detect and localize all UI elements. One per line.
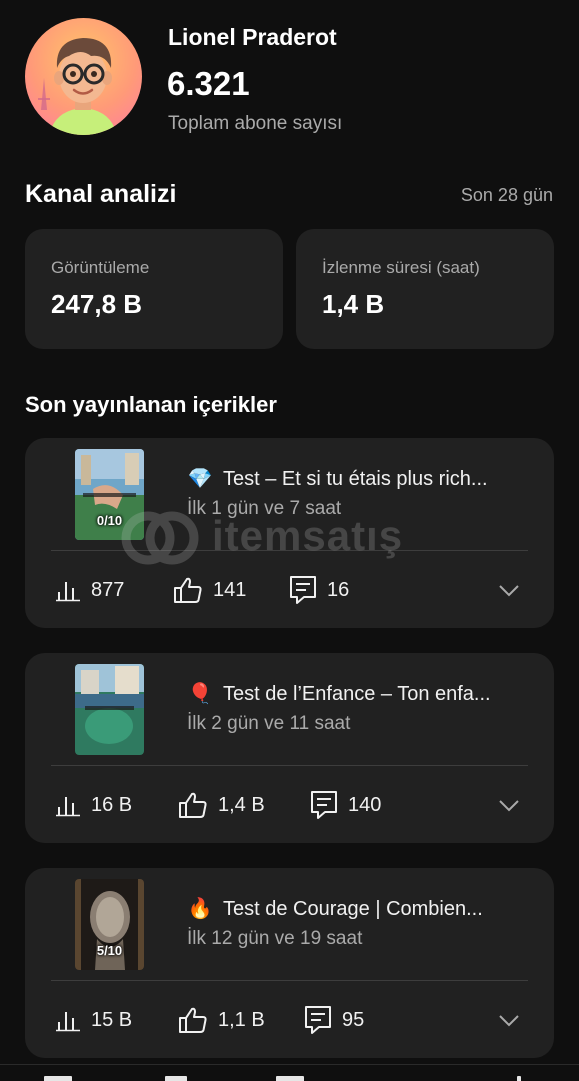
comments-stat: 95 — [304, 1005, 364, 1035]
video-age: İlk 2 gün ve 11 saat — [187, 713, 351, 734]
video-title-text: Test de l’Enfance – Ton enfa... — [223, 683, 491, 705]
views-count: 15 B — [91, 1008, 133, 1031]
diamond-icon: 💎 — [187, 468, 213, 490]
video-title[interactable]: 🎈 Test de l’Enfance – Ton enfa... — [187, 681, 522, 706]
video-title-text: Test – Et si tu étais plus rich... — [223, 468, 488, 490]
comments-stat: 140 — [310, 790, 381, 820]
thumbs-up-icon — [179, 1007, 207, 1033]
bar-chart-icon — [56, 1012, 80, 1032]
views-stat: 15 B — [55, 1005, 132, 1035]
channel-header: Lionel Praderot 6.321 Toplam abone sayıs… — [25, 18, 555, 138]
nav-more-icon[interactable] — [517, 1076, 521, 1081]
thumbs-up-icon — [179, 792, 207, 818]
chevron-down-icon[interactable] — [498, 580, 520, 600]
likes-stat: 141 — [173, 575, 246, 605]
video-thumbnail[interactable]: 0/10 — [75, 449, 144, 540]
chevron-down-icon[interactable] — [498, 795, 520, 815]
bar-chart-icon — [56, 582, 80, 602]
divider — [51, 980, 528, 981]
video-age: İlk 12 gün ve 19 saat — [187, 928, 363, 949]
analytics-period[interactable]: Son 28 gün — [461, 185, 553, 206]
metric-label: Görüntüleme — [51, 258, 150, 277]
comment-icon — [311, 791, 337, 819]
divider — [51, 765, 528, 766]
video-card[interactable]: 5/10 🔥 Test de Courage | Combien... İlk 1… — [25, 868, 554, 1058]
subscriber-count: 6.321 — [167, 65, 250, 102]
channel-name: Lionel Praderot — [168, 24, 337, 50]
thumbnail-score: 0/10 — [96, 513, 123, 528]
bar-chart-icon — [56, 797, 80, 817]
avatar[interactable] — [25, 18, 142, 135]
analytics-title: Kanal analizi — [25, 180, 177, 208]
comments-count: 16 — [327, 578, 350, 601]
comment-icon — [305, 1006, 331, 1034]
video-title-text: Test de Courage | Combien... — [223, 898, 483, 920]
metric-value: 247,8 B — [51, 289, 143, 319]
recent-contents-title: Son yayınlanan içerikler — [25, 392, 277, 417]
video-thumbnail[interactable]: 5/10 — [75, 879, 144, 970]
video-title[interactable]: 🔥 Test de Courage | Combien... — [187, 896, 522, 921]
bottom-navigation — [0, 1064, 579, 1081]
comments-count: 140 — [348, 793, 382, 816]
video-card[interactable]: 🎈 Test de l’Enfance – Ton enfa... İlk 2 g… — [25, 653, 554, 843]
views-stat: 16 B — [55, 790, 132, 820]
metric-value: 1,4 B — [322, 289, 385, 319]
video-card[interactable]: 0/10 💎 Test – Et si tu étais plus rich...… — [25, 438, 554, 628]
likes-stat: 1,4 B — [178, 790, 265, 820]
thumbnail-image — [75, 664, 144, 755]
comments-stat: 16 — [289, 575, 349, 605]
divider — [51, 550, 528, 551]
metric-card-views[interactable]: Görüntüleme 247,8 B — [25, 229, 283, 349]
metric-label: İzlenme süresi (saat) — [322, 258, 480, 277]
subscriber-label: Toplam abone sayısı — [168, 113, 343, 134]
nav-content-icon[interactable] — [165, 1076, 187, 1081]
comment-icon — [290, 576, 316, 604]
chevron-down-icon[interactable] — [498, 1010, 520, 1030]
video-thumbnail[interactable] — [75, 664, 144, 755]
comments-count: 95 — [342, 1008, 365, 1031]
likes-count: 141 — [213, 578, 247, 601]
likes-count: 1,1 B — [218, 1008, 265, 1031]
channel-dashboard: Lionel Praderot 6.321 Toplam abone sayıs… — [0, 0, 579, 1081]
nav-analytics-icon[interactable] — [276, 1076, 304, 1081]
video-age: İlk 1 gün ve 7 saat — [187, 498, 342, 519]
balloon-icon: 🎈 — [187, 683, 213, 705]
thumbs-up-icon — [174, 577, 202, 603]
views-count: 877 — [91, 578, 125, 601]
views-stat: 877 — [55, 575, 124, 605]
fire-icon: 🔥 — [187, 898, 213, 920]
likes-stat: 1,1 B — [178, 1005, 265, 1035]
video-title[interactable]: 💎 Test – Et si tu étais plus rich... — [187, 466, 522, 491]
thumbnail-score: 5/10 — [96, 943, 123, 958]
metric-card-watch-time[interactable]: İzlenme süresi (saat) 1,4 B — [296, 229, 554, 349]
nav-dashboard-icon[interactable] — [44, 1076, 72, 1081]
likes-count: 1,4 B — [218, 793, 265, 816]
avatar-illustration — [38, 38, 117, 135]
views-count: 16 B — [91, 793, 133, 816]
